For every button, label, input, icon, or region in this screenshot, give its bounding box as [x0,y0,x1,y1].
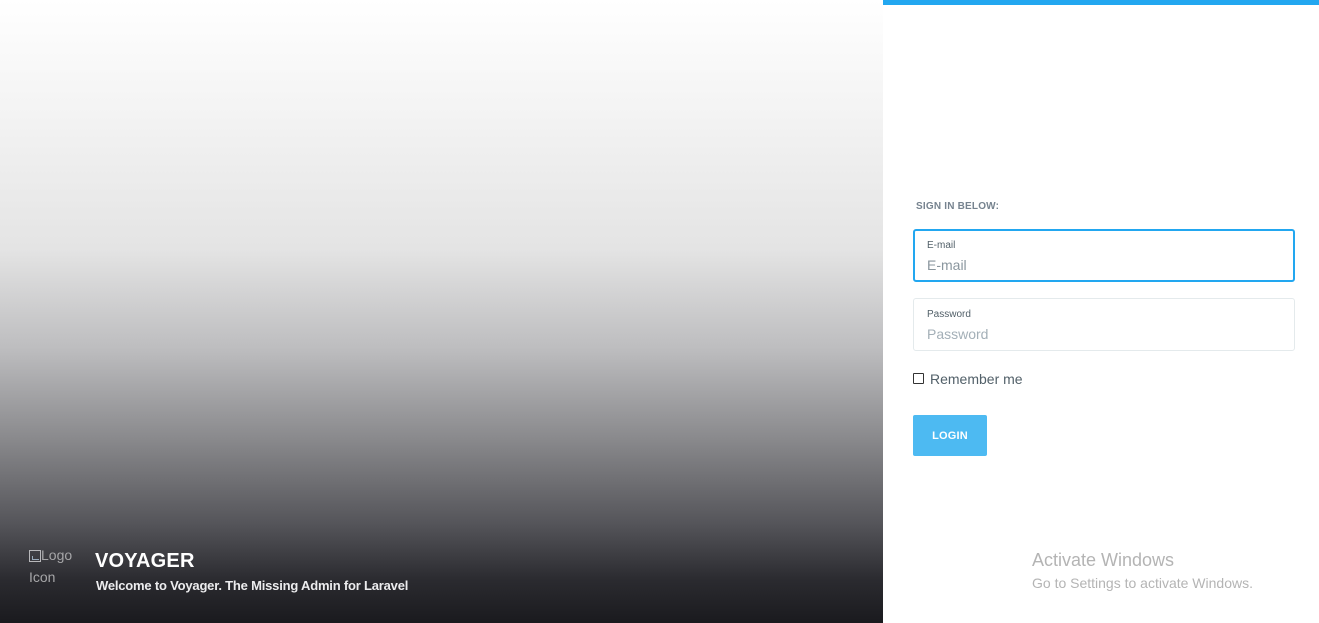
logo-alt-text-line1: Logo [41,547,73,563]
password-field[interactable]: Password [913,298,1295,351]
remember-me[interactable]: Remember me [913,370,1023,388]
background-panel: Logo Icon VOYAGER Welcome to Voyager. Th… [0,0,883,623]
logo-alt-text-line2: Icon [29,569,56,585]
signin-heading: SIGN IN BELOW: [916,201,1000,212]
email-field[interactable]: E-mail [913,229,1295,282]
remember-me-checkbox[interactable] [913,372,924,384]
password-label: Password [927,309,971,320]
login-button[interactable]: LOGIN [913,415,987,456]
accent-bar [883,0,1319,5]
email-label: E-mail [927,240,956,251]
email-input[interactable] [927,255,1277,275]
brand-title: VOYAGER [95,550,195,572]
brand: Logo Icon VOYAGER Welcome to Voyager. Th… [29,544,869,604]
password-input[interactable] [927,324,1277,344]
remember-me-label[interactable]: Remember me [930,371,1023,387]
brand-subtitle: Welcome to Voyager. The Missing Admin fo… [96,578,409,593]
login-page: Logo Icon VOYAGER Welcome to Voyager. Th… [0,0,1319,623]
logo-icon: Logo Icon [29,544,85,588]
login-panel: SIGN IN BELOW: E-mail Password Remember … [883,0,1319,623]
broken-image-icon [29,550,41,562]
